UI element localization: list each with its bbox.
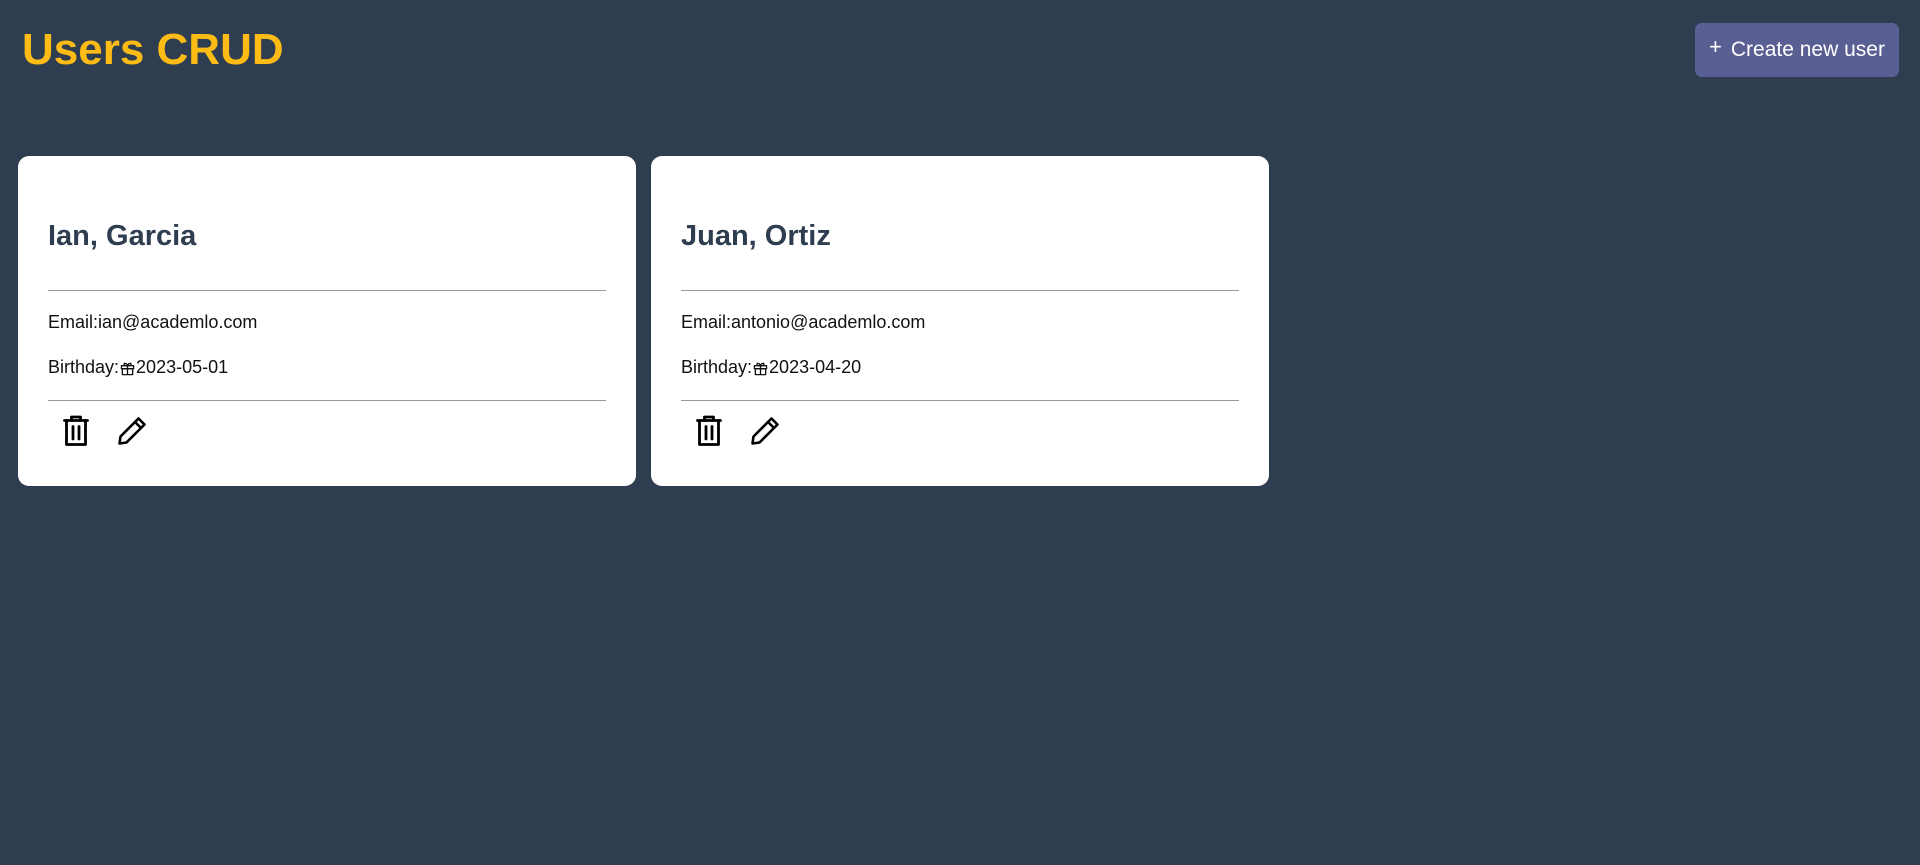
page-title: Users CRUD: [22, 25, 284, 74]
email-value: ian@academlo.com: [98, 312, 258, 332]
gift-icon: [753, 360, 768, 376]
user-email: Email: ian@academlo.com: [48, 312, 257, 333]
trash-icon: [62, 415, 90, 450]
birthday-label: Birthday:: [48, 357, 120, 377]
plus-icon: +: [1709, 34, 1722, 59]
user-card-list: Ian, Garcia Email: ian@academlo.com Birth…: [18, 156, 1269, 486]
user-name: Juan, Ortiz: [681, 220, 831, 252]
user-card: Juan, Ortiz Email: antonio@academlo.com B…: [651, 156, 1269, 486]
edit-user-button[interactable]: [116, 414, 148, 450]
birthday-label: Birthday:: [681, 357, 753, 377]
card-actions: [60, 414, 148, 450]
card-actions: [693, 414, 781, 450]
email-value: antonio@academlo.com: [731, 312, 926, 332]
gift-icon: [120, 360, 135, 376]
birthday-value: 2023-04-20: [769, 357, 862, 377]
pencil-icon: [750, 416, 780, 449]
user-card: Ian, Garcia Email: ian@academlo.com Birth…: [18, 156, 636, 486]
email-label: Email:: [681, 312, 732, 332]
card-divider: [681, 290, 1239, 291]
pencil-icon: [117, 416, 147, 449]
user-birthday: Birthday: 2023-05-01: [48, 357, 228, 378]
delete-user-button[interactable]: [60, 414, 92, 450]
trash-icon: [695, 415, 723, 450]
create-user-button-label: Create new user: [1730, 38, 1885, 61]
delete-user-button[interactable]: [693, 414, 725, 450]
card-divider: [48, 290, 606, 291]
user-email: Email: antonio@academlo.com: [681, 312, 925, 333]
card-divider: [48, 400, 606, 401]
card-divider: [681, 400, 1239, 401]
user-name: Ian, Garcia: [48, 220, 197, 252]
create-user-button[interactable]: + Create new user: [1695, 23, 1899, 77]
birthday-value: 2023-05-01: [136, 357, 229, 377]
edit-user-button[interactable]: [749, 414, 781, 450]
user-birthday: Birthday: 2023-04-20: [681, 357, 861, 378]
email-label: Email:: [48, 312, 99, 332]
